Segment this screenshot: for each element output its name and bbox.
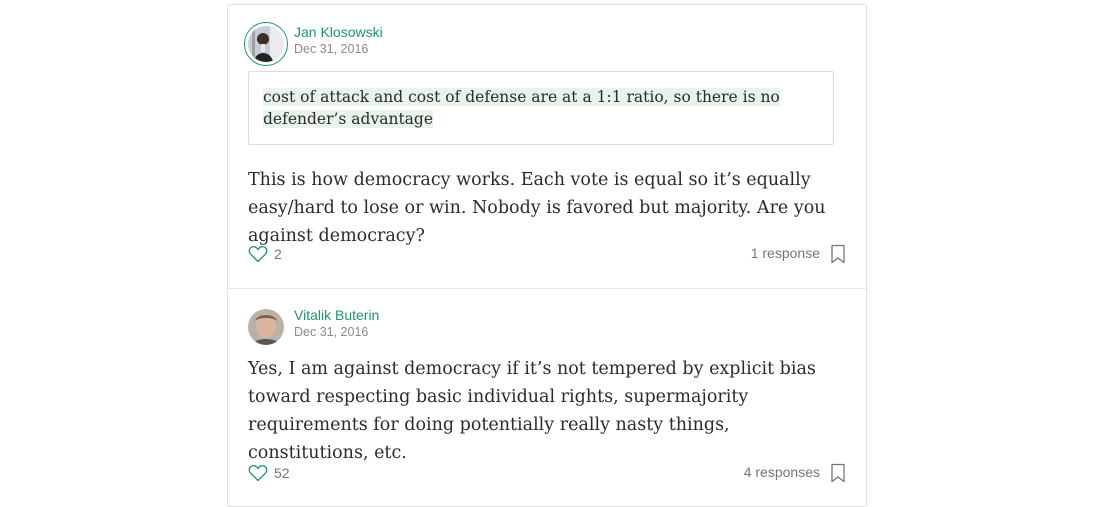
- author-name[interactable]: Vitalik Buterin: [294, 307, 379, 323]
- response-actions: 2 1 response: [248, 244, 846, 268]
- response-date[interactable]: Dec 31, 2016: [294, 325, 368, 339]
- avatar[interactable]: [248, 26, 284, 62]
- bookmark-icon[interactable]: [830, 463, 846, 483]
- quote-text: cost of attack and cost of defense are a…: [263, 88, 780, 128]
- highlighted-quote[interactable]: cost of attack and cost of defense are a…: [248, 71, 834, 145]
- like-count: 2: [274, 246, 282, 262]
- bookmark-icon[interactable]: [830, 244, 846, 264]
- responses-feed: Jan Klosowski Dec 31, 2016 cost of attac…: [227, 4, 867, 507]
- like-count: 52: [274, 465, 290, 481]
- avatar[interactable]: [248, 309, 284, 345]
- responses-link[interactable]: 4 responses: [744, 464, 820, 480]
- response-date[interactable]: Dec 31, 2016: [294, 42, 368, 56]
- heart-icon[interactable]: [248, 463, 268, 483]
- response-card: Vitalik Buterin Dec 31, 2016 Yes, I am a…: [228, 288, 866, 506]
- response-body: This is how democracy works. Each vote i…: [248, 170, 826, 246]
- heart-icon[interactable]: [248, 244, 268, 264]
- response-card: Jan Klosowski Dec 31, 2016 cost of attac…: [228, 5, 866, 288]
- response-body: Yes, I am against democracy if it’s not …: [248, 359, 816, 463]
- responses-link[interactable]: 1 response: [751, 245, 820, 261]
- author-name[interactable]: Jan Klosowski: [294, 24, 383, 40]
- response-actions: 52 4 responses: [248, 463, 846, 487]
